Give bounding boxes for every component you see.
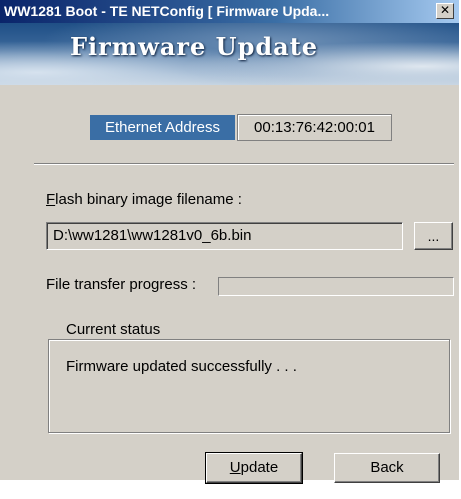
browse-button[interactable]: ... [414,222,453,250]
ethernet-address-label: Ethernet Address [90,115,235,140]
flash-label-text: lash binary image filename : [55,191,242,208]
title-bar[interactable]: WW1281 Boot - TE NETConfig [ Firmware Up… [0,0,459,23]
ethernet-address-value: 00:13:76:42:00:01 [237,114,392,141]
flash-label-accelerator: F [46,191,56,208]
separator [34,163,454,165]
flash-filename-input[interactable]: D:\ww1281\ww1281v0_6b.bin [46,222,403,250]
status-message: Firmware updated successfully . . . [66,358,297,375]
banner-title: Firmware Update [70,32,319,61]
window-title: WW1281 Boot - TE NETConfig [ Firmware Up… [4,3,330,19]
flash-filename-label: Flash binary image filename : [46,191,242,208]
back-button[interactable]: Back [334,453,440,483]
close-icon: ✕ [439,3,451,17]
close-button[interactable]: ✕ [436,3,454,19]
update-button[interactable]: Update [205,452,303,484]
current-status-legend: Current status [62,321,165,338]
firmware-update-dialog: WW1281 Boot - TE NETConfig [ Firmware Up… [0,0,461,484]
update-accelerator: U [229,459,241,476]
file-transfer-progress-bar [218,277,454,296]
update-label: pdate [240,459,279,476]
header-banner: Firmware Update [0,23,459,85]
file-transfer-progress-label: File transfer progress : [46,276,197,293]
current-status-group [48,339,450,433]
